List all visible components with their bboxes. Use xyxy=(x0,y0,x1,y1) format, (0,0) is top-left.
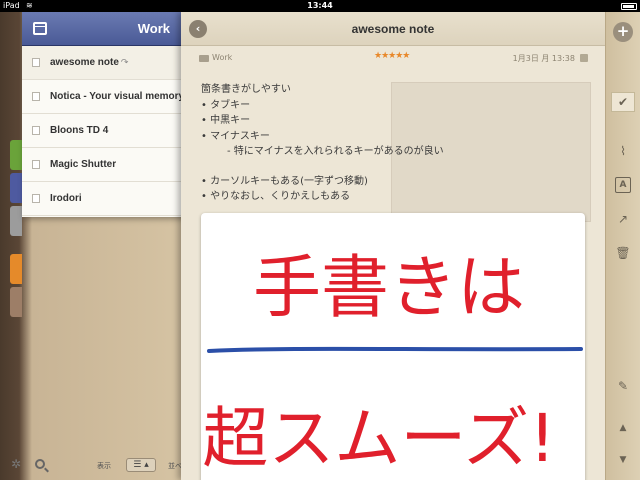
list-item[interactable]: awesome note ↷ xyxy=(22,46,184,80)
gear-icon[interactable]: ✲ xyxy=(11,457,21,471)
note-title: awesome note xyxy=(351,22,435,36)
folder-icon xyxy=(199,55,209,62)
view-label: 表示 xyxy=(97,462,111,470)
share-icon[interactable]: ↗ xyxy=(615,211,631,227)
list-item-label: Bloons TD 4 xyxy=(50,125,109,136)
note-date: 1月3日 月 13:38 xyxy=(512,54,575,63)
folder-tab[interactable] xyxy=(10,206,22,236)
pen-icon[interactable]: ✎ xyxy=(615,378,631,394)
scroll-up-icon[interactable]: ▲ xyxy=(615,420,631,436)
note-panel: ‹ awesome note Work ★★★★★ 1月3日 月 13:38 箇… xyxy=(181,12,605,480)
handwriting-drawing: 手書きは 超スムーズ! xyxy=(202,249,583,477)
status-bar: iPad ≋ 13:44 xyxy=(0,0,640,12)
handwriting-line-1: 手書きは xyxy=(253,249,525,328)
sort-label[interactable]: 並べ xyxy=(168,461,182,471)
clock: 13:44 xyxy=(307,1,333,10)
folder-tab[interactable] xyxy=(10,254,22,284)
handwriting-card[interactable]: 手書きは 超スムーズ! xyxy=(201,213,585,480)
list-item[interactable]: Magic Shutter xyxy=(22,148,184,182)
handwriting-underline xyxy=(207,346,583,353)
folder-title: Work xyxy=(137,21,170,36)
folder-tab[interactable] xyxy=(10,140,22,170)
list-item-label: Irodori xyxy=(50,193,82,204)
text-line: • 中黒キー xyxy=(201,115,251,126)
battery-icon xyxy=(621,3,637,10)
list-item[interactable]: Notica - Your visual memory xyxy=(22,80,184,114)
calendar-small-icon[interactable] xyxy=(580,54,588,62)
list-bottom-toolbar: 表示 ☰ ▴ 並べ xyxy=(22,452,184,480)
check-icon[interactable]: ✔ xyxy=(611,92,635,112)
rating-stars[interactable]: ★★★★★ xyxy=(374,51,410,61)
list-item-label: awesome note xyxy=(50,57,119,68)
text-line: • マイナスキー xyxy=(201,130,270,142)
folder-tab[interactable] xyxy=(10,287,22,317)
list-header: Work xyxy=(22,12,184,46)
search-icon[interactable] xyxy=(35,459,45,469)
view-toggle-button[interactable]: ☰ ▴ xyxy=(126,458,156,472)
folder-tab[interactable] xyxy=(10,173,22,203)
text-line: • やりなおし、くりかえしもある xyxy=(201,191,351,202)
text-line: 箇条書きがしやすい xyxy=(201,84,291,95)
note-meta: Work ★★★★★ 1月3日 月 13:38 xyxy=(181,51,605,66)
note-icon xyxy=(32,126,40,135)
handwriting-line-2: 超スムーズ! xyxy=(202,400,555,477)
list-item[interactable]: Irodori xyxy=(22,182,184,216)
calendar-icon[interactable] xyxy=(33,22,47,35)
note-icon xyxy=(32,92,40,101)
list-item[interactable]: Bloons TD 4 xyxy=(22,114,184,148)
link-icon: ↷ xyxy=(120,57,129,67)
scroll-down-icon[interactable]: ▼ xyxy=(615,452,631,468)
note-icon xyxy=(32,194,40,203)
text-line: - 特にマイナスを入れられるキーがあるのが良い xyxy=(227,146,444,157)
text-line: • カーソルキーもある(一字ずつ移動) xyxy=(201,175,368,187)
note-header: ‹ awesome note xyxy=(181,12,605,46)
folder-tabs xyxy=(10,140,22,320)
trash-icon[interactable]: 🗑 xyxy=(615,245,631,261)
note-list-panel: Work awesome note ↷ Notica - Your visual … xyxy=(22,12,184,217)
right-toolbar: + ✔ ⌇ A ↗ 🗑 ✎ ▲ ▼ xyxy=(605,12,640,480)
list-item-label: Notica - Your visual memory xyxy=(50,91,184,102)
note-icon xyxy=(32,58,40,67)
attach-icon[interactable]: ⌇ xyxy=(615,143,631,159)
folder-name: Work xyxy=(212,53,233,62)
text-line: • タブキー xyxy=(201,99,251,111)
note-icon xyxy=(32,160,40,169)
note-body[interactable]: 箇条書きがしやすい • タブキー • 中黒キー • マイナスキー - 特にマイナ… xyxy=(201,82,591,205)
font-icon[interactable]: A xyxy=(615,177,631,193)
list-item-label: Magic Shutter xyxy=(50,159,117,170)
add-note-button[interactable]: + xyxy=(613,22,633,42)
